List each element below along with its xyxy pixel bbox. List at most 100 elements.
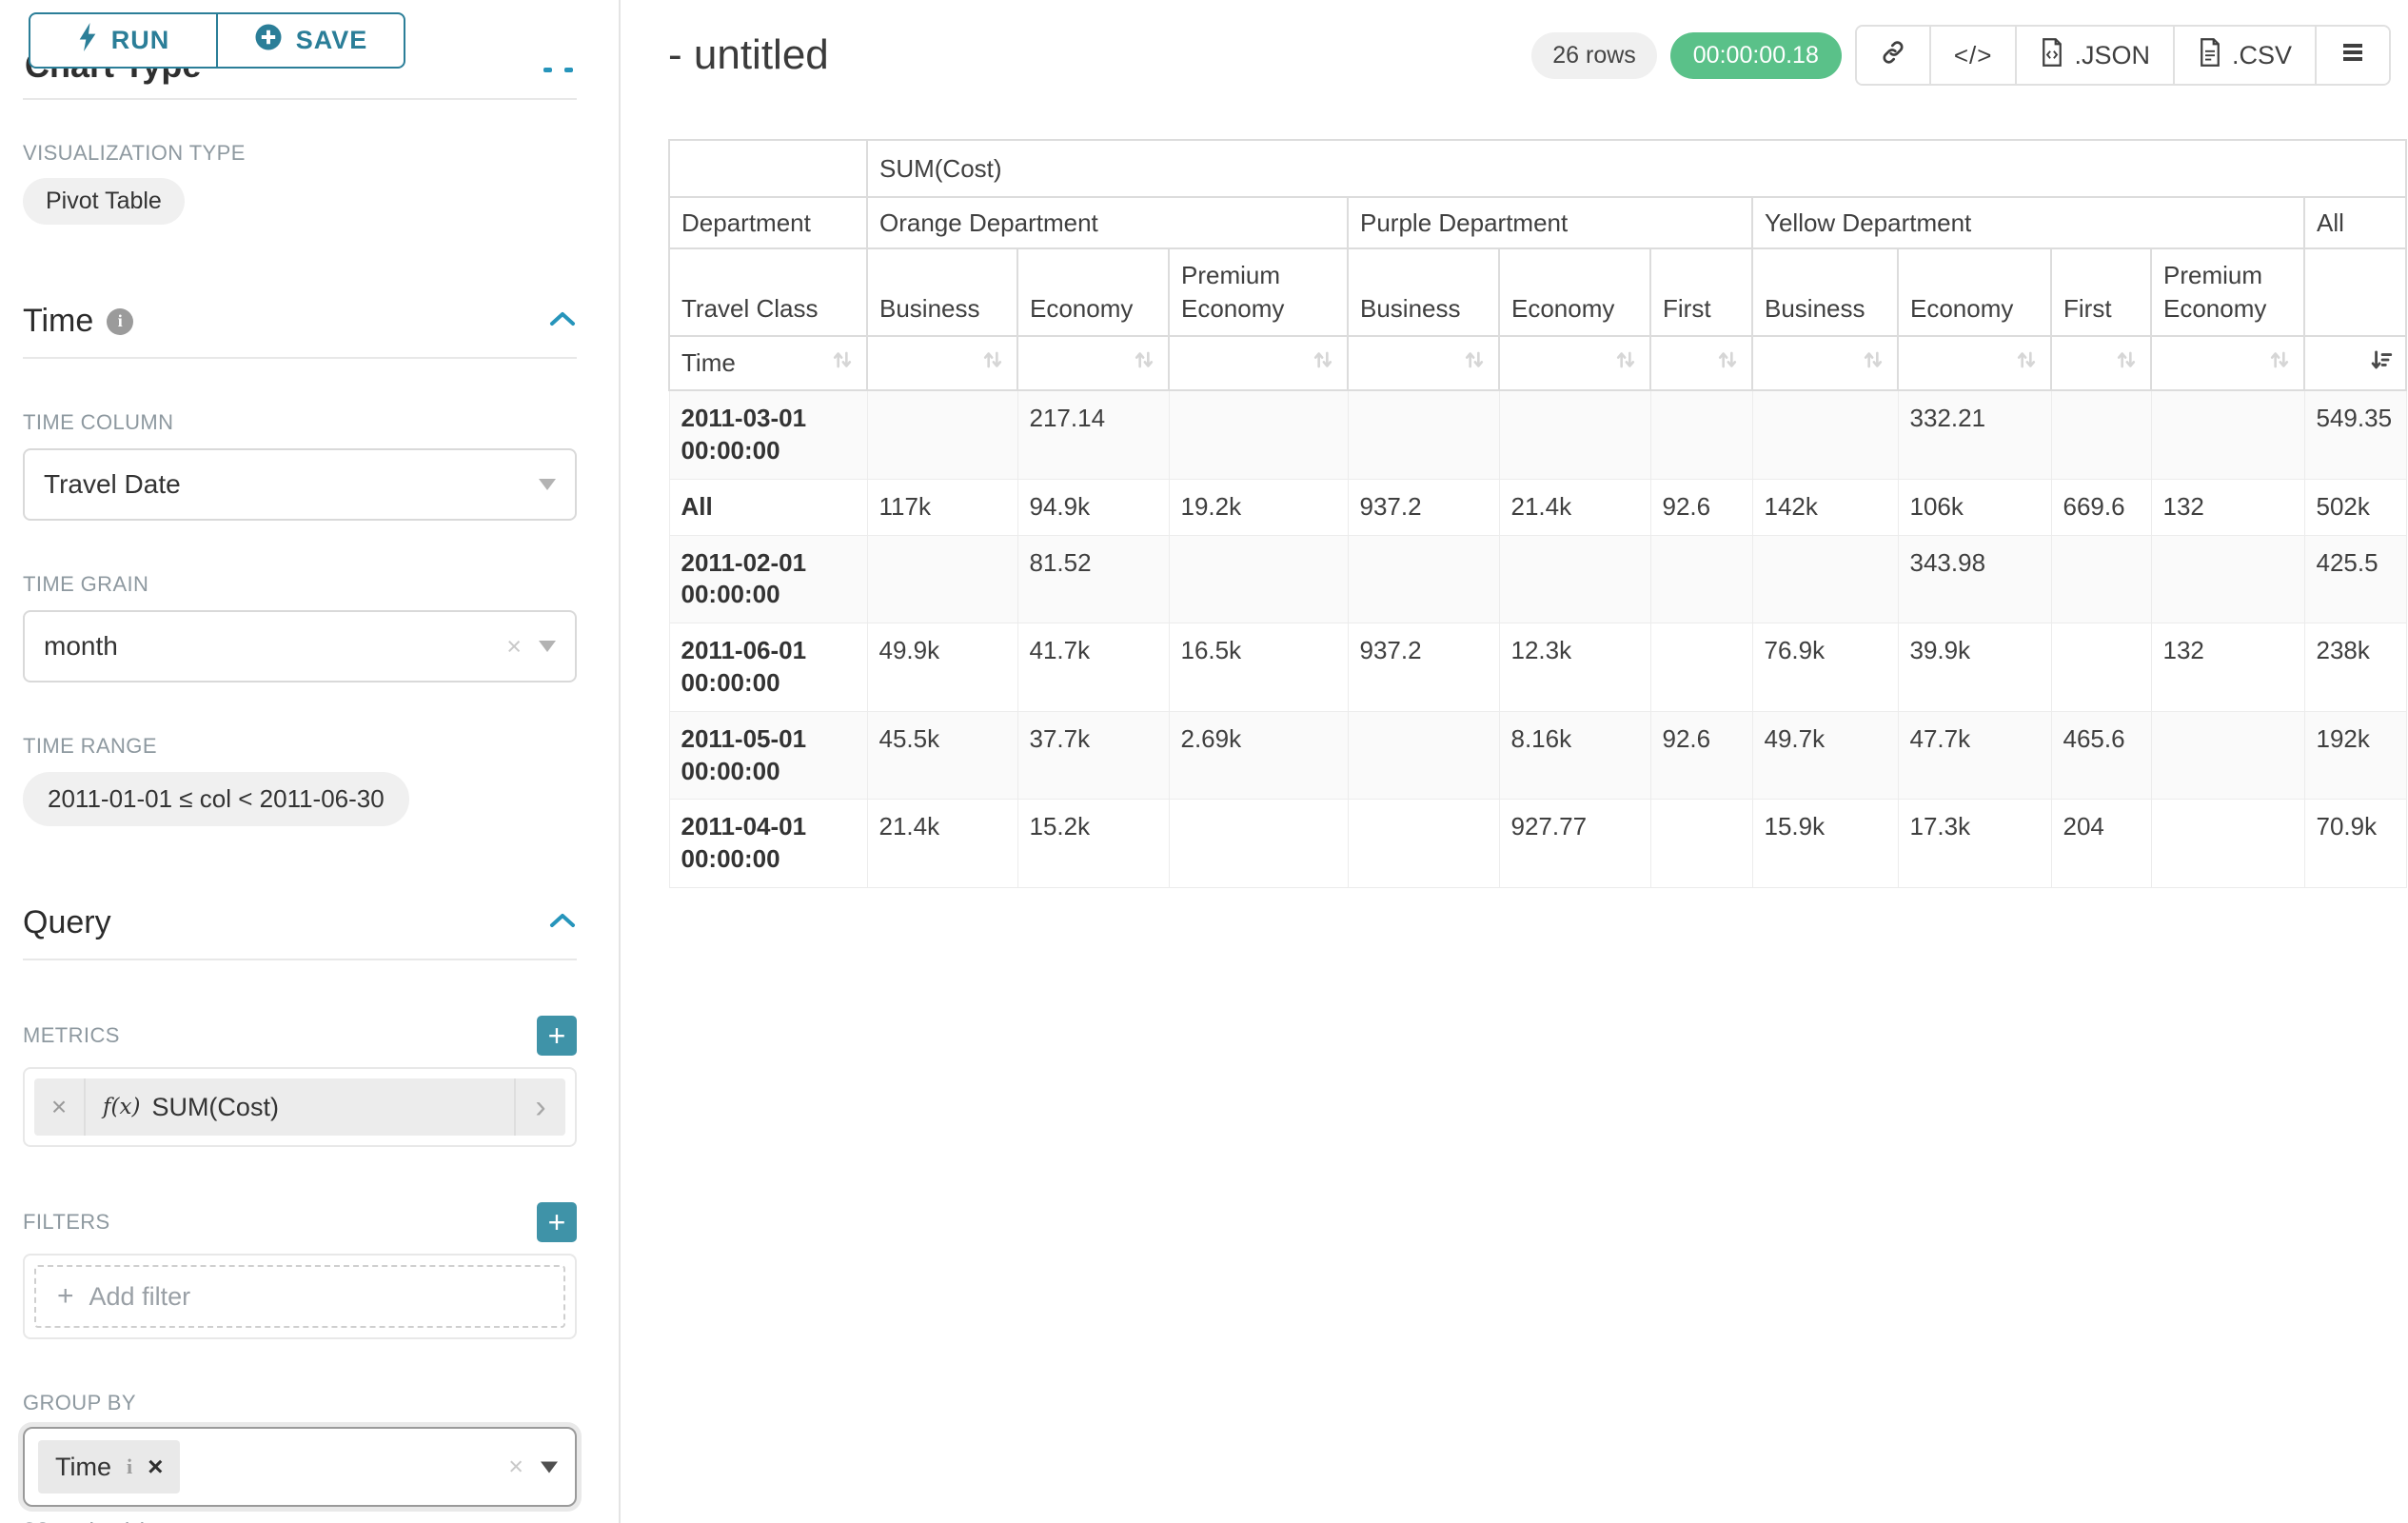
share-link-button[interactable] bbox=[1857, 27, 1929, 84]
cell: 92.6 bbox=[1650, 479, 1752, 535]
time-column-select[interactable]: Travel Date bbox=[23, 448, 577, 521]
row-header: 2011-04-01 00:00:00 bbox=[669, 800, 867, 888]
time-grain-select[interactable]: month × bbox=[23, 610, 577, 682]
cell bbox=[2151, 535, 2304, 623]
code-icon: </> bbox=[1954, 41, 1993, 70]
group-by-select[interactable]: Time i × × bbox=[23, 1427, 577, 1507]
run-button[interactable]: RUN bbox=[29, 12, 217, 69]
cell bbox=[2151, 390, 2304, 479]
metric-name: SUM(Cost) bbox=[151, 1093, 279, 1122]
sort-icon[interactable] bbox=[1715, 347, 1740, 379]
export-csv-label: .CSV bbox=[2232, 41, 2292, 70]
cell: 21.4k bbox=[867, 800, 1017, 888]
row-header: 2011-02-01 00:00:00 bbox=[669, 535, 867, 623]
filters-container: + Add filter bbox=[23, 1254, 577, 1339]
table-row: All117k94.9k19.2k937.221.4k92.6142k106k6… bbox=[669, 479, 2406, 535]
row-count-badge: 26 rows bbox=[1531, 32, 1657, 79]
sort-icon[interactable] bbox=[2267, 347, 2292, 379]
sort-icon[interactable] bbox=[2114, 347, 2139, 379]
group-by-chip-label: Time bbox=[55, 1453, 111, 1482]
travel-class-header: Business bbox=[867, 248, 1017, 336]
pivot-table-container: SUM(Cost)DepartmentOrange DepartmentPurp… bbox=[668, 139, 2408, 888]
caret-down-icon bbox=[539, 641, 556, 652]
sort-desc-icon[interactable] bbox=[2369, 347, 2394, 379]
add-metric-button[interactable]: + bbox=[537, 1016, 577, 1056]
cell: 41.7k bbox=[1017, 623, 1169, 712]
table-row: 2011-02-01 00:00:0081.52343.98425.5 bbox=[669, 535, 2406, 623]
sort-icon[interactable] bbox=[1311, 347, 1335, 379]
sort-header-cell bbox=[1752, 336, 1898, 390]
time-range-label: TIME RANGE bbox=[23, 734, 577, 759]
sort-icon[interactable] bbox=[830, 347, 855, 379]
filters-header: FILTERS + bbox=[23, 1202, 577, 1242]
metric-chip[interactable]: × f(x) SUM(Cost) › bbox=[34, 1078, 565, 1136]
cell: 17.3k bbox=[1898, 800, 2051, 888]
row-axis-label: Time bbox=[669, 336, 867, 390]
remove-metric-icon[interactable]: × bbox=[34, 1078, 86, 1136]
sort-icon[interactable] bbox=[980, 347, 1005, 379]
clear-icon[interactable]: × bbox=[506, 632, 522, 662]
add-filter-button[interactable]: + bbox=[537, 1202, 577, 1242]
all-column-header: All bbox=[2304, 197, 2406, 248]
cell: 106k bbox=[1898, 479, 2051, 535]
view-query-button[interactable]: </> bbox=[1929, 27, 2016, 84]
sort-header-cell bbox=[2304, 336, 2406, 390]
run-button-label: RUN bbox=[111, 26, 170, 55]
sort-icon[interactable] bbox=[1132, 347, 1156, 379]
cell bbox=[1752, 535, 1898, 623]
cell: 927.77 bbox=[1499, 800, 1650, 888]
time-column-label: TIME COLUMN bbox=[23, 410, 577, 435]
cell: 502k bbox=[2304, 479, 2406, 535]
sort-icon[interactable] bbox=[1861, 347, 1885, 379]
query-section-title: Query bbox=[23, 904, 111, 941]
cell: 465.6 bbox=[2051, 711, 2151, 800]
hamburger-menu-icon bbox=[2339, 41, 2366, 70]
add-filter-dropzone[interactable]: + Add filter bbox=[34, 1265, 565, 1328]
time-range-pill[interactable]: 2011-01-01 ≤ col < 2011-06-30 bbox=[23, 772, 409, 826]
export-csv-button[interactable]: .CSV bbox=[2173, 27, 2315, 84]
travel-class-header: Premium Economy bbox=[1169, 248, 1348, 336]
cell bbox=[1348, 390, 1499, 479]
caret-down-icon[interactable] bbox=[541, 1461, 558, 1473]
time-column-value: Travel Date bbox=[44, 469, 539, 500]
metrics-label: METRICS bbox=[23, 1023, 120, 1048]
travel-class-header: Premium Economy bbox=[2151, 248, 2304, 336]
info-icon: i bbox=[107, 308, 133, 335]
cell: 425.5 bbox=[2304, 535, 2406, 623]
chevron-right-icon[interactable]: › bbox=[514, 1078, 565, 1136]
sort-header-cell bbox=[1898, 336, 2051, 390]
metrics-container: × f(x) SUM(Cost) › bbox=[23, 1067, 577, 1147]
link-icon bbox=[1880, 39, 1906, 72]
sort-icon[interactable] bbox=[2014, 347, 2039, 379]
app-window: Chart Type RUN SAVE VISUALIZATION TYPE P… bbox=[0, 0, 2408, 1523]
sort-icon[interactable] bbox=[1462, 347, 1487, 379]
cell bbox=[1348, 800, 1499, 888]
export-json-button[interactable]: .JSON bbox=[2015, 27, 2173, 84]
cell: 549.35 bbox=[2304, 390, 2406, 479]
travel-class-header: Economy bbox=[1017, 248, 1169, 336]
query-section-header: Query bbox=[23, 904, 577, 941]
add-filter-placeholder: Add filter bbox=[89, 1282, 191, 1312]
chart-title[interactable]: - untitled bbox=[668, 31, 829, 79]
group-by-chip-time[interactable]: Time i × bbox=[38, 1440, 180, 1493]
cell: 132 bbox=[2151, 479, 2304, 535]
cell: 12.3k bbox=[1499, 623, 1650, 712]
chevron-up-icon[interactable] bbox=[548, 911, 577, 935]
travel-class-header: Business bbox=[1348, 248, 1499, 336]
row-header: 2011-03-01 00:00:00 bbox=[669, 390, 867, 479]
chart-header-controls: 26 rows 00:00:00.18 </> bbox=[1531, 25, 2391, 86]
cell: 669.6 bbox=[2051, 479, 2151, 535]
menu-button[interactable] bbox=[2315, 27, 2389, 84]
sort-icon[interactable] bbox=[1613, 347, 1638, 379]
travel-class-header: First bbox=[1650, 248, 1752, 336]
cell: 937.2 bbox=[1348, 479, 1499, 535]
time-section-title: Time bbox=[23, 303, 93, 340]
clear-icon[interactable]: × bbox=[508, 1453, 523, 1482]
cell bbox=[1499, 535, 1650, 623]
chevron-up-icon[interactable] bbox=[548, 309, 577, 333]
viz-type-pill[interactable]: Pivot Table bbox=[23, 178, 185, 225]
cell: 217.14 bbox=[1017, 390, 1169, 479]
close-icon[interactable]: × bbox=[148, 1452, 163, 1482]
save-button[interactable]: SAVE bbox=[217, 12, 405, 69]
cell bbox=[2151, 711, 2304, 800]
